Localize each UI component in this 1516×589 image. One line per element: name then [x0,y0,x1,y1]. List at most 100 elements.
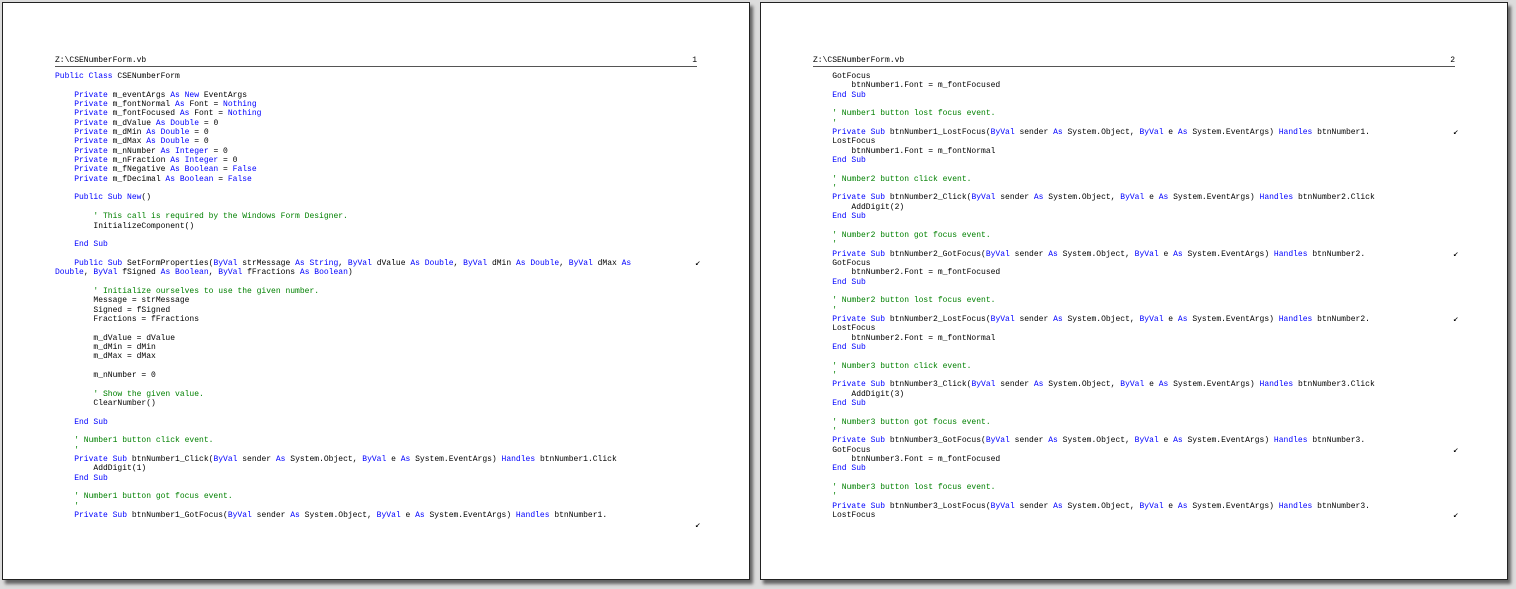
code-keyword: Handles [1273,436,1313,446]
code-line: AddDigit(2) [813,203,1375,212]
code-line: Double, ByVal fSigned As Boolean, ByVal … [55,268,631,277]
code-text: sender [1014,436,1049,446]
code-line: End Sub [813,156,1375,165]
code-comment: ' Show the given value. [93,389,204,399]
code-line: End Sub [813,343,1375,352]
code-keyword: As [1053,501,1068,511]
code-listing: GotFocus btnNumber1.Font = m_fontFocused… [813,72,1375,521]
code-text: LostFocus [813,324,876,334]
code-keyword: ByVal [971,380,1001,390]
code-line: Private Sub btnNumber1_GotFocus(ByVal se… [55,511,631,520]
code-comment: ' [832,118,838,128]
code-line: Private Sub btnNumber2_GotFocus(ByVal se… [813,250,1375,259]
code-text: = 0 [203,118,219,128]
code-text: sender [1000,380,1034,390]
print-page-1: Z:\CSENumberForm.vb 1 Public Class CSENu… [2,2,750,580]
code-text: btnNumber2. [1312,249,1366,259]
code-text: , [208,268,219,278]
code-text: m_dMax = dMax [55,352,156,362]
code-text: System.EventArgs) [1192,501,1279,511]
code-line: m_nNumber = 0 [55,371,631,380]
code-line: Private m_dMax As Double = 0 [55,137,631,146]
code-text: m_nNumber [112,146,161,156]
code-text: e [391,455,401,465]
code-line: End Sub [55,240,631,249]
code-keyword: As Integer [160,146,214,156]
code-comment: ' This call is required by the Windows F… [93,212,348,222]
code-text: LostFocus [813,137,876,147]
print-page-2: Z:\CSENumberForm.vb 2 GotFocus btnNumber… [760,2,1508,580]
code-text: btnNumber3_GotFocus( [889,436,986,446]
code-line: Private Sub btnNumber3_Click(ByVal sende… [813,380,1375,389]
code-text: btnNumber1_GotFocus( [131,511,228,521]
code-keyword: End Sub [832,277,866,287]
code-text: btnNumber2. [1317,314,1370,324]
code-keyword: End Sub [74,417,108,427]
code-comment: ' [832,305,838,315]
code-text: CSENumberForm [117,72,180,81]
code-line: Fractions = fFractions [55,315,631,324]
code-text: EventArgs [203,90,248,100]
code-line: btnNumber1.Font = m_fontNormal [813,147,1375,156]
code-text: m_nNumber = 0 [55,371,156,380]
code-keyword: Private Sub [832,314,890,324]
code-text: System.EventArgs) [1187,436,1274,446]
code-text: System.EventArgs) [1173,193,1260,203]
code-text: ClearNumber() [55,399,156,409]
code-text: System.EventArgs) [1187,249,1274,259]
code-keyword: As Boolean [170,165,224,175]
code-line: LostFocus [813,324,1375,333]
code-line: Private m_fontFocused As Font = Nothing [55,109,631,118]
code-line: btnNumber2.Font = m_fontNormal [813,334,1375,343]
code-comment: ' [832,371,838,380]
code-keyword: ByVal [990,314,1020,324]
code-text: , [453,258,464,268]
code-keyword: ByVal [1139,314,1169,324]
code-text: System.Object, [1048,380,1121,390]
code-line: AddDigit(3) [813,390,1375,399]
code-text: btnNumber3. [1312,436,1366,446]
code-keyword: As [1177,128,1193,138]
code-keyword: As [621,258,632,268]
code-keyword: ByVal [362,455,392,465]
code-keyword: As [1173,436,1188,446]
code-text: btnNumber2_GotFocus( [889,249,986,259]
code-keyword: Private [74,128,113,138]
code-text: System.Object, [1062,436,1135,446]
code-text: System.Object, [1067,128,1140,138]
code-line: ' Number1 button got focus event. [55,492,631,501]
code-text: e [1168,314,1178,324]
header-page-number: 1 [692,56,697,65]
code-keyword: Nothing [227,109,262,119]
code-text: m_fDecimal [112,174,166,184]
code-text: fFractions [247,268,300,278]
code-comment: ' Number2 button got focus event. [832,230,991,240]
code-text: System.Object, [1048,193,1121,203]
code-text: InitializeComponent() [55,221,195,231]
